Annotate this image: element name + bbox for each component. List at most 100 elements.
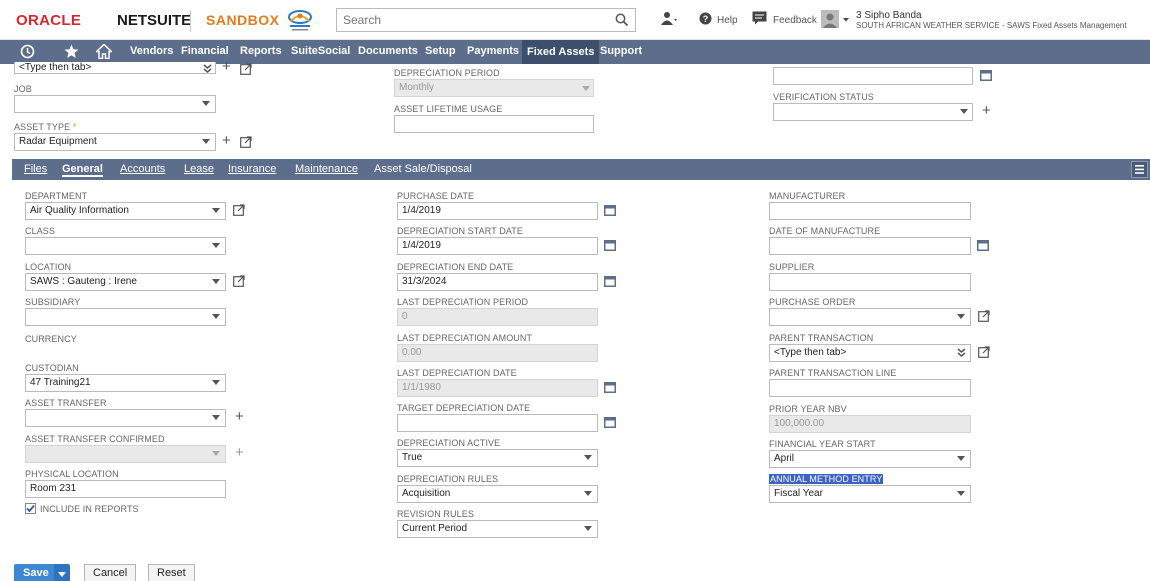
global-search[interactable] (336, 8, 636, 32)
open-record-icon[interactable] (978, 310, 990, 322)
calendar-icon[interactable] (604, 417, 616, 428)
recent-history-icon[interactable] (20, 44, 35, 59)
nav-suitesocial[interactable]: SuiteSocial (291, 45, 350, 57)
user-name[interactable]: 3 Sipho Banda (856, 10, 922, 21)
chevron-down-icon[interactable] (212, 243, 220, 248)
depreciation-end-date-field[interactable]: 31/3/2024 (397, 273, 598, 291)
supplier-field[interactable] (769, 273, 971, 291)
chevron-down-icon[interactable] (202, 139, 210, 144)
physical-location-field[interactable]: Room 231 (25, 480, 226, 498)
calendar-icon[interactable] (604, 205, 616, 216)
chevron-down-icon[interactable] (212, 415, 220, 420)
search-icon[interactable] (615, 13, 629, 27)
favorites-star-icon[interactable] (64, 44, 79, 59)
user-avatar-icon[interactable] (821, 10, 851, 28)
chevron-down-icon[interactable] (957, 491, 965, 496)
tab-lease[interactable]: Lease (184, 163, 214, 175)
asset-type-select[interactable]: Radar Equipment (14, 133, 216, 151)
tab-accounts[interactable]: Accounts (120, 163, 165, 175)
open-record-icon[interactable] (233, 204, 245, 216)
depreciation-active-select[interactable]: True (397, 449, 598, 467)
user-role[interactable]: SOUTH AFRICAN WEATHER SERVICE - SAWS Fix… (856, 21, 1127, 30)
chevron-down-icon[interactable] (202, 101, 210, 106)
calendar-icon[interactable] (604, 240, 616, 251)
manufacturer-field[interactable] (769, 202, 971, 220)
chevron-down-icon[interactable] (584, 455, 592, 460)
add-plus-icon[interactable]: + (222, 133, 231, 148)
chevron-down-icon[interactable] (584, 526, 592, 531)
chevron-down-icon[interactable] (960, 109, 968, 114)
calendar-icon[interactable] (604, 382, 616, 393)
chevron-down-icon[interactable] (957, 456, 965, 461)
asset-transfer-select[interactable] (25, 409, 226, 427)
netsuite-logo[interactable]: NETSUITE (117, 12, 191, 29)
nav-payments[interactable]: Payments (467, 45, 519, 57)
feedback-link[interactable]: Feedback (773, 15, 817, 26)
chevron-down-icon[interactable] (212, 208, 220, 213)
nav-financial[interactable]: Financial (181, 45, 229, 57)
tab-insurance[interactable]: Insurance (228, 163, 276, 175)
home-icon[interactable] (96, 44, 112, 59)
save-options-button[interactable] (54, 564, 70, 581)
help-link[interactable]: Help (717, 15, 738, 26)
chevron-down-icon[interactable] (584, 491, 592, 496)
open-record-icon[interactable] (233, 275, 245, 287)
top-col1-field[interactable]: <Type then tab> (14, 62, 216, 74)
nav-setup[interactable]: Setup (425, 45, 456, 57)
class-select[interactable] (25, 237, 226, 255)
recent-records-icon[interactable] (660, 11, 678, 27)
chevron-down-icon[interactable] (957, 314, 965, 319)
chevron-down-icon[interactable] (212, 279, 220, 284)
parent-transaction-line-field[interactable] (769, 379, 971, 397)
tab-general[interactable]: General (62, 163, 103, 177)
purchase-order-select[interactable] (769, 308, 971, 326)
target-depreciation-date-field[interactable] (397, 414, 598, 432)
calendar-icon[interactable] (604, 276, 616, 287)
save-button[interactable]: Save (14, 564, 58, 581)
tab-asset-sale-disposal[interactable]: Asset Sale/Disposal (374, 163, 472, 175)
nav-vendors[interactable]: Vendors (130, 45, 173, 57)
depreciation-rules-select[interactable]: Acquisition (397, 485, 598, 503)
tab-files[interactable]: Files (24, 163, 47, 175)
purchase-date-field[interactable]: 1/4/2019 (397, 202, 598, 220)
location-select[interactable]: SAWS : Gauteng : Irene (25, 273, 226, 291)
date-of-manufacture-field[interactable] (769, 237, 971, 255)
top-col3-field[interactable] (773, 67, 973, 85)
open-record-icon[interactable] (978, 346, 990, 358)
cancel-button[interactable]: Cancel (84, 564, 137, 581)
chevron-down-icon[interactable] (212, 380, 220, 385)
nav-fixed-assets[interactable]: Fixed Assets (522, 40, 600, 64)
verification-status-select[interactable] (773, 103, 973, 121)
calendar-icon[interactable] (980, 70, 992, 81)
add-plus-icon[interactable]: + (235, 409, 244, 424)
subsidiary-select[interactable] (25, 308, 226, 326)
double-chevron-icon[interactable] (957, 348, 966, 357)
open-record-icon[interactable] (240, 136, 252, 148)
oracle-logo[interactable]: ORACLE (16, 12, 81, 29)
subtab-menu-button[interactable] (1131, 161, 1148, 178)
nav-documents[interactable]: Documents (358, 45, 418, 57)
revision-rules-select[interactable]: Current Period (397, 520, 598, 538)
custodian-select[interactable]: 47 Training21 (25, 374, 226, 392)
department-select[interactable]: Air Quality Information (25, 202, 226, 220)
open-record-icon[interactable] (240, 63, 252, 75)
nav-support[interactable]: Support (600, 45, 642, 57)
job-select[interactable] (14, 95, 216, 113)
calendar-icon[interactable] (977, 240, 989, 251)
include-in-reports-checkbox[interactable] (25, 503, 36, 514)
add-plus-icon[interactable]: + (982, 103, 991, 118)
add-plus-icon[interactable]: + (222, 59, 231, 74)
help-icon[interactable]: ? (699, 12, 712, 25)
financial-year-start-select[interactable]: April (769, 450, 971, 468)
search-input[interactable] (337, 9, 597, 31)
chevron-down-icon[interactable] (212, 314, 220, 319)
double-chevron-icon[interactable] (203, 64, 212, 73)
tab-maintenance[interactable]: Maintenance (295, 163, 358, 175)
reset-button[interactable]: Reset (148, 564, 195, 581)
asset-lifetime-usage-field[interactable] (394, 115, 594, 133)
nav-reports[interactable]: Reports (240, 45, 282, 57)
feedback-icon[interactable] (752, 11, 767, 25)
annual-method-entry-select[interactable]: Fiscal Year (769, 485, 971, 503)
depreciation-start-date-field[interactable]: 1/4/2019 (397, 237, 598, 255)
parent-transaction-field[interactable]: <Type then tab> (769, 344, 971, 362)
